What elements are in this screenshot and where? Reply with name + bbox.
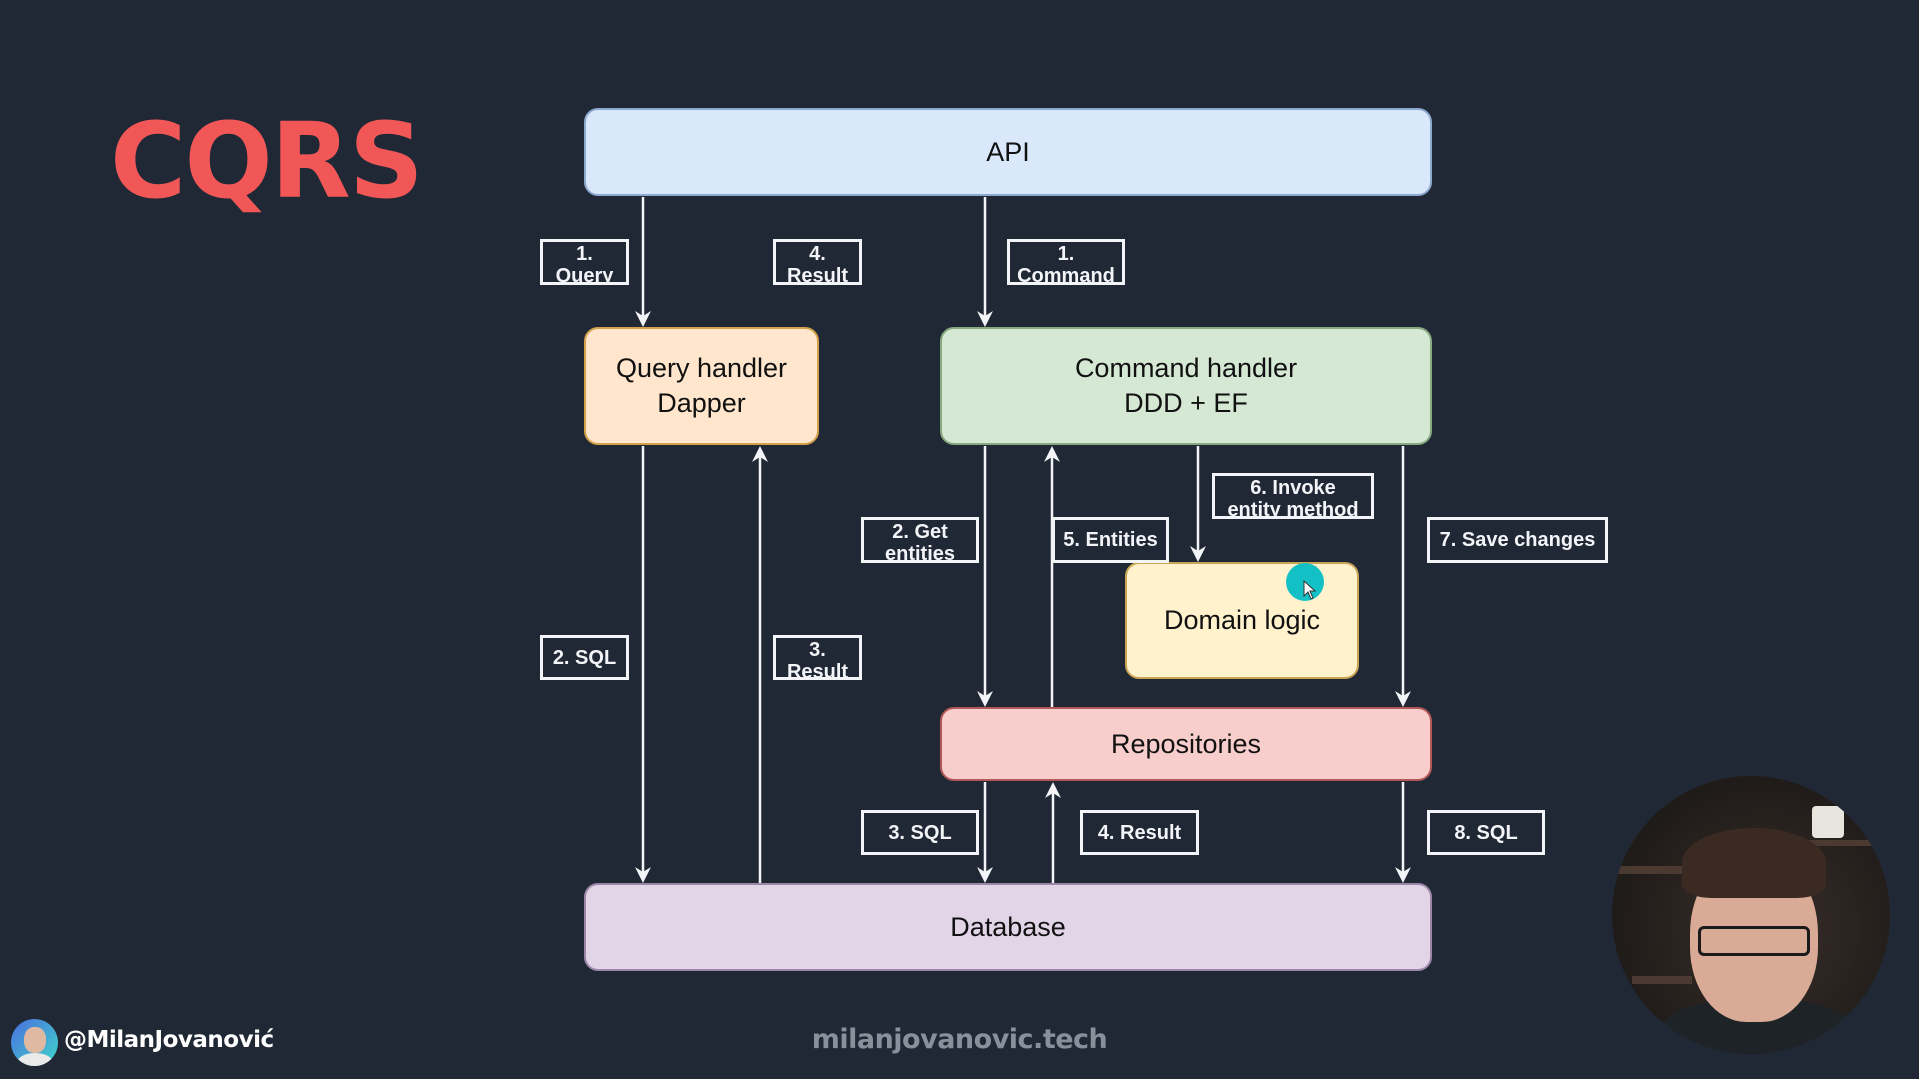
query-handler-subtitle: Dapper — [657, 388, 746, 418]
database-label: Database — [950, 911, 1066, 942]
glasses-icon — [1698, 926, 1810, 956]
query-handler-title: Query handler — [615, 353, 788, 383]
api-node[interactable]: API — [584, 108, 1432, 196]
repositories-label: Repositories — [1110, 728, 1262, 759]
api-label: API — [986, 136, 1030, 167]
domain-logic-label: Domain logic — [1163, 605, 1321, 635]
edge-label-invoke-method: 6. Invoke entity method — [1212, 473, 1374, 519]
query-handler-node[interactable]: Query handler Dapper — [584, 327, 819, 445]
repositories-node[interactable]: Repositories — [940, 707, 1432, 781]
edge-label-query: 1. Query — [540, 239, 629, 285]
mug-icon — [1812, 806, 1844, 838]
edge-label-sql-result: 3. Result — [773, 635, 862, 680]
edge-label-query-result: 4. Result — [773, 239, 862, 285]
edge-label-command: 1. Command — [1007, 239, 1125, 285]
edge-label-query-sql: 2. SQL — [540, 635, 629, 680]
edge-label-save-sql: 8. SQL — [1427, 810, 1545, 855]
website-url: milanjovanovic.tech — [811, 1024, 1108, 1055]
mouse-pointer-icon — [1303, 580, 1317, 600]
edge-label-save-changes: 7. Save changes — [1427, 517, 1608, 563]
database-node[interactable]: Database — [584, 883, 1432, 971]
edge-label-repo-sql: 3. SQL — [861, 810, 979, 855]
edge-label-get-entities: 2. Get entities — [861, 517, 979, 563]
command-handler-subtitle: DDD + EF — [1124, 388, 1248, 418]
command-handler-title: Command handler — [1074, 353, 1298, 383]
command-handler-node[interactable]: Command handler DDD + EF — [940, 327, 1432, 445]
edge-label-repo-result: 4. Result — [1080, 810, 1199, 855]
edge-label-entities: 5. Entities — [1052, 517, 1169, 563]
presenter-webcam — [1612, 776, 1890, 1054]
